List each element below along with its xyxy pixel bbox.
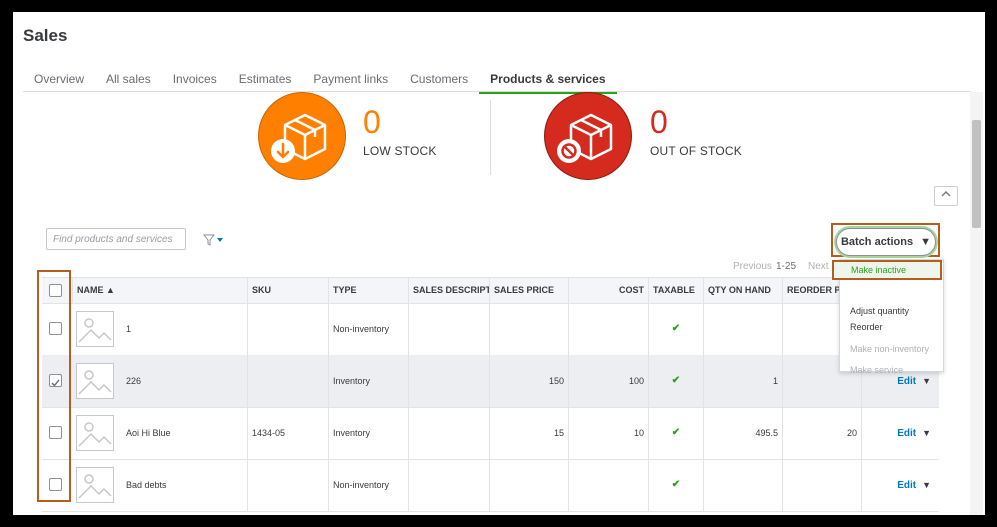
chevron-up-icon bbox=[941, 191, 951, 197]
edit-link[interactable]: Edit bbox=[897, 428, 916, 439]
cell-price: 150 bbox=[489, 355, 568, 407]
menu-item-reorder[interactable]: Reorder bbox=[850, 322, 883, 332]
col-type[interactable]: TYPE bbox=[328, 278, 408, 303]
col-sales-description[interactable]: SALES DESCRIPTION bbox=[408, 278, 489, 303]
out-of-stock-label: OUT OF STOCK bbox=[650, 144, 742, 158]
cell-sku bbox=[247, 355, 328, 407]
cell-cost bbox=[568, 303, 648, 355]
cell-type: Inventory bbox=[328, 407, 408, 459]
pager-range: 1-25 bbox=[776, 261, 797, 272]
sales-page: Sales Overview All sales Invoices Estima… bbox=[13, 12, 985, 515]
cell-name[interactable]: 226 bbox=[122, 355, 247, 407]
page-title: Sales bbox=[23, 26, 68, 45]
col-taxable[interactable]: TAXABLE bbox=[648, 278, 703, 303]
cell-cost: 100 bbox=[568, 355, 648, 407]
caret-down-icon[interactable]: ▼ bbox=[922, 376, 931, 386]
image-placeholder-icon bbox=[76, 467, 114, 503]
caret-down-icon[interactable]: ▼ bbox=[922, 480, 931, 490]
taxable-check-icon: ✔ bbox=[648, 303, 703, 355]
cell-action: Edit ▼ bbox=[861, 459, 939, 511]
out-of-stock-icon[interactable] bbox=[544, 92, 632, 180]
filter-button[interactable] bbox=[202, 233, 223, 251]
batch-actions-button[interactable]: Batch actions ▼ bbox=[836, 228, 936, 256]
menu-item-make-service: Make service bbox=[850, 365, 904, 375]
low-stock-icon[interactable] bbox=[258, 92, 346, 180]
taxable-check-icon: ✔ bbox=[648, 355, 703, 407]
table-row[interactable]: Bad debts Non-inventory ✔ Edit ▼ bbox=[42, 459, 939, 512]
cell-qty: 495.5 bbox=[703, 407, 782, 459]
low-stock-count: 0 bbox=[363, 104, 381, 140]
table-row[interactable]: 1 Non-inventory ✔ bbox=[42, 303, 939, 356]
cell-name[interactable]: 1 bbox=[122, 303, 247, 355]
table-row[interactable]: Aoi Hi Blue 1434-05 Inventory 15 10 ✔ 49… bbox=[42, 407, 939, 460]
funnel-icon bbox=[202, 234, 223, 246]
cell-reorder bbox=[782, 459, 861, 511]
taxable-check-icon: ✔ bbox=[648, 459, 703, 511]
col-sku[interactable]: SKU bbox=[247, 278, 328, 303]
cell-action: Edit ▼ bbox=[861, 407, 939, 459]
cell-qty: 1 bbox=[703, 355, 782, 407]
make-inactive-highlight: Make inactive bbox=[832, 260, 942, 280]
checkbox-column-highlight bbox=[37, 270, 71, 502]
cell-type: Inventory bbox=[328, 355, 408, 407]
collapse-button[interactable] bbox=[934, 186, 958, 206]
cell-price: 15 bbox=[489, 407, 568, 459]
caret-down-icon: ▼ bbox=[920, 236, 932, 248]
cell-cost: 10 bbox=[568, 407, 648, 459]
image-placeholder-icon bbox=[76, 415, 114, 451]
cell-sku bbox=[247, 303, 328, 355]
batch-actions-label: Batch actions bbox=[840, 236, 914, 248]
table-header: NAME ▲ SKU TYPE SALES DESCRIPTION SALES … bbox=[42, 277, 939, 304]
pager-previous[interactable]: Previous bbox=[733, 261, 772, 272]
col-cost[interactable]: COST bbox=[568, 278, 648, 303]
cell-description bbox=[408, 407, 489, 459]
stock-divider bbox=[490, 100, 491, 175]
cell-price bbox=[489, 303, 568, 355]
out-of-stock-count: 0 bbox=[650, 104, 668, 140]
cell-qty bbox=[703, 303, 782, 355]
menu-item-make-non-inventory: Make non-inventory bbox=[850, 344, 930, 354]
cell-sku bbox=[247, 459, 328, 511]
cell-name[interactable]: Bad debts bbox=[122, 459, 247, 511]
cell-price bbox=[489, 459, 568, 511]
cell-description bbox=[408, 303, 489, 355]
cell-reorder: 20 bbox=[782, 407, 861, 459]
cell-description bbox=[408, 355, 489, 407]
cell-cost bbox=[568, 459, 648, 511]
cell-type: Non-inventory bbox=[328, 459, 408, 511]
col-name[interactable]: NAME ▲ bbox=[72, 278, 247, 303]
cell-qty bbox=[703, 459, 782, 511]
col-sales-price[interactable]: SALES PRICE bbox=[489, 278, 568, 303]
col-qty-on-hand[interactable]: QTY ON HAND bbox=[703, 278, 782, 303]
search-input[interactable] bbox=[46, 228, 186, 250]
edit-link[interactable]: Edit bbox=[897, 480, 916, 491]
pager-next[interactable]: Next bbox=[808, 261, 829, 272]
scrollbar-thumb[interactable] bbox=[972, 120, 981, 228]
cell-name[interactable]: Aoi Hi Blue bbox=[122, 407, 247, 459]
taxable-check-icon: ✔ bbox=[648, 407, 703, 459]
table-row[interactable]: 226 Inventory 150 100 ✔ 1 Edit ▼ bbox=[42, 355, 939, 408]
caret-down-icon[interactable]: ▼ bbox=[922, 428, 931, 438]
cell-description bbox=[408, 459, 489, 511]
menu-item-adjust-quantity[interactable]: Adjust quantity bbox=[850, 306, 909, 316]
cell-type: Non-inventory bbox=[328, 303, 408, 355]
menu-item-make-inactive[interactable]: Make inactive bbox=[851, 265, 906, 275]
image-placeholder-icon bbox=[76, 363, 114, 399]
image-placeholder-icon bbox=[76, 311, 114, 347]
tabs-divider bbox=[23, 91, 971, 92]
edit-link[interactable]: Edit bbox=[897, 376, 916, 387]
cell-sku: 1434-05 bbox=[247, 407, 328, 459]
low-stock-label: LOW STOCK bbox=[363, 144, 437, 158]
